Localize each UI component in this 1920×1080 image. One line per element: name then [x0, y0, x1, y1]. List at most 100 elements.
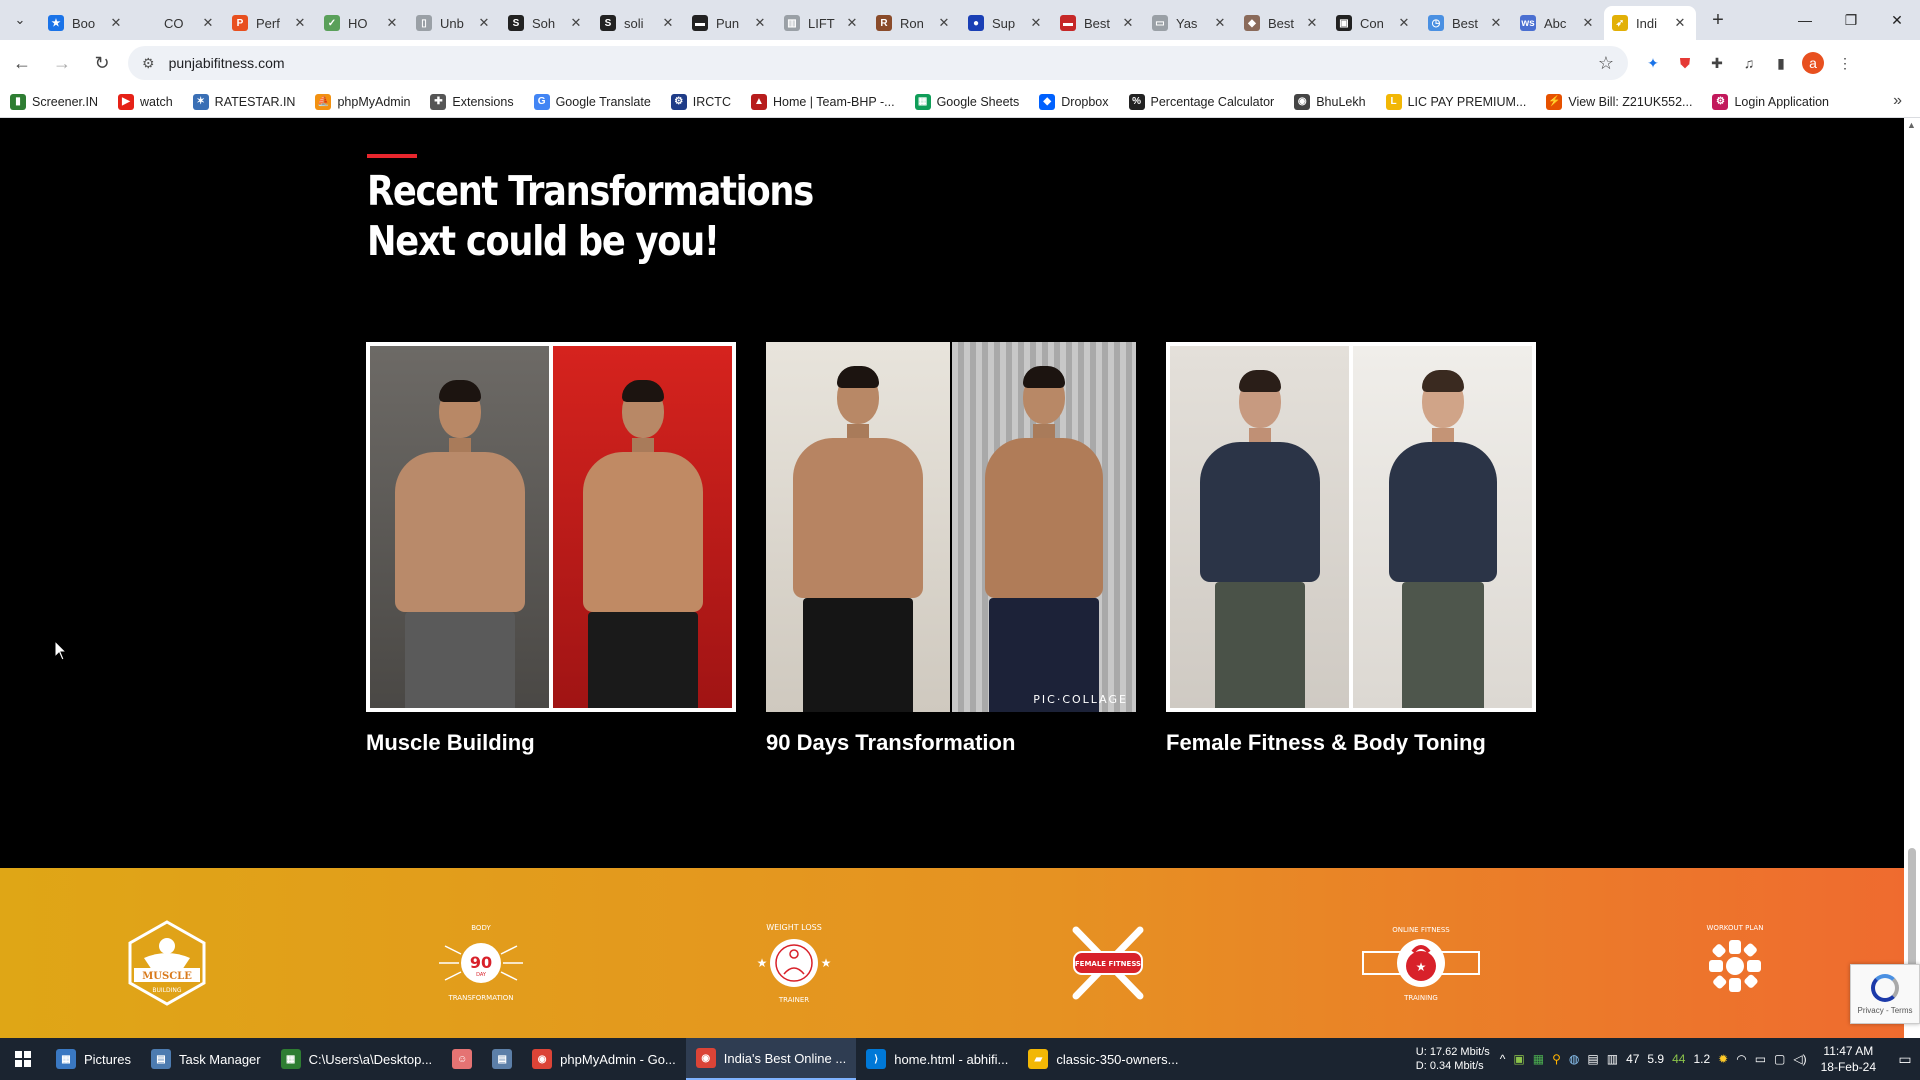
volume-icon[interactable]: ◁) — [1793, 1052, 1806, 1066]
tab-close-icon[interactable]: ✕ — [936, 15, 952, 31]
tab-close-icon[interactable]: ✕ — [108, 15, 124, 31]
card-caption[interactable]: Female Fitness & Body Toning — [1166, 730, 1536, 756]
notification-icon[interactable]: ▭ — [1890, 1038, 1920, 1080]
chevron-up-icon[interactable]: ^ — [1500, 1052, 1506, 1066]
tab-close-icon[interactable]: ✕ — [660, 15, 676, 31]
bookmark-item[interactable]: ✶ RATESTAR.IN — [192, 93, 295, 110]
tab-close-icon[interactable]: ✕ — [1672, 15, 1688, 31]
bookmark-item[interactable]: ✚ Extensions — [430, 93, 514, 110]
browser-tab[interactable]: P Perf ✕ — [224, 6, 316, 40]
calendar-icon[interactable]: ▥ — [1607, 1052, 1618, 1066]
bookmark-item[interactable]: ▮ Screener.IN — [10, 93, 98, 110]
before-after-photo[interactable] — [366, 342, 736, 712]
tab-close-icon[interactable]: ✕ — [292, 15, 308, 31]
card-muscle-building[interactable]: Muscle Building — [366, 342, 736, 756]
start-button[interactable] — [0, 1038, 46, 1080]
browser-tab[interactable]: ▯ Unb ✕ — [408, 6, 500, 40]
restore-button[interactable]: ❐ — [1828, 0, 1874, 40]
browser-tab[interactable]: ▬ Best ✕ — [1052, 6, 1144, 40]
tab-close-icon[interactable]: ✕ — [384, 15, 400, 31]
side-panel-icon[interactable]: ▮ — [1770, 52, 1792, 74]
taskbar-item[interactable]: ▦ Pictures — [46, 1038, 141, 1080]
calendar-icon[interactable]: ▤ — [1587, 1052, 1598, 1066]
address-bar[interactable]: ⚙ punjabifitness.com ☆ — [128, 46, 1628, 80]
card-female-fitness[interactable]: Female Fitness & Body Toning — [1166, 342, 1536, 756]
forward-button[interactable]: → — [44, 45, 80, 81]
browser-tab[interactable]: ws Abc ✕ — [1512, 6, 1604, 40]
workout-plan-badge[interactable]: WORKOUT PLAN — [1680, 918, 1790, 1008]
browser-tab[interactable]: R Ron ✕ — [868, 6, 960, 40]
taskbar-item[interactable]: ◉ India's Best Online ... — [685, 1038, 857, 1080]
before-after-photo[interactable]: PIC·COLLAGE — [766, 342, 1136, 712]
tab-close-icon[interactable]: ✕ — [752, 15, 768, 31]
tab-close-icon[interactable]: ✕ — [1212, 15, 1228, 31]
bookmark-item[interactable]: ▶ watch — [118, 93, 173, 110]
bookmark-item[interactable]: % Percentage Calculator — [1128, 93, 1274, 110]
back-button[interactable]: ← — [4, 45, 40, 81]
scroll-up-arrow[interactable]: ▲ — [1907, 120, 1916, 130]
url-text[interactable]: punjabifitness.com — [169, 55, 1598, 71]
extension-icon[interactable]: ✦ — [1642, 52, 1664, 74]
muscle-building-badge[interactable]: MUSCLE BUILDING — [112, 918, 222, 1008]
taskbar-item[interactable]: ▤ — [482, 1038, 522, 1080]
media-icon[interactable]: ♫ — [1738, 52, 1760, 74]
recaptcha-widget[interactable]: Privacy - Terms — [1850, 964, 1920, 1024]
bookmark-item[interactable]: ⛵ phpMyAdmin — [315, 93, 410, 110]
battery-icon[interactable]: ▭ — [1755, 1052, 1766, 1066]
browser-tab[interactable]: ◆ Best ✕ — [1236, 6, 1328, 40]
page-scrollbar[interactable]: ▲ — [1904, 118, 1920, 1038]
bookmark-item[interactable]: G Google Translate — [533, 93, 651, 110]
female-fitness-badge[interactable]: FEMALE FITNESS — [1053, 918, 1163, 1008]
card-90-days-transformation[interactable]: PIC·COLLAGE 90 Days Transformation — [766, 342, 1136, 756]
tab-close-icon[interactable]: ✕ — [1304, 15, 1320, 31]
tray-app-icon[interactable]: ▦ — [1533, 1052, 1544, 1066]
browser-tab[interactable]: ◷ Best ✕ — [1420, 6, 1512, 40]
browser-tab[interactable]: ● Sup ✕ — [960, 6, 1052, 40]
tab-close-icon[interactable]: ✕ — [568, 15, 584, 31]
bookmark-item[interactable]: ◉ BhuLekh — [1294, 93, 1366, 110]
tab-close-icon[interactable]: ✕ — [476, 15, 492, 31]
tab-close-icon[interactable]: ✕ — [1028, 15, 1044, 31]
globe-icon[interactable]: ◍ — [1569, 1052, 1579, 1066]
taskbar-item[interactable]: ⟩ home.html - abhifi... — [856, 1038, 1018, 1080]
tray-app-icon[interactable]: ▣ — [1513, 1052, 1524, 1066]
tab-close-icon[interactable]: ✕ — [1488, 15, 1504, 31]
90-day-transformation-badge[interactable]: BODY 90 DAY TRANSFORMATION — [426, 918, 536, 1008]
shield-icon[interactable]: ⛊ — [1674, 52, 1696, 74]
clock[interactable]: 11:47 AM 18-Feb-24 — [1821, 1043, 1876, 1075]
weight-loss-trainer-badge[interactable]: WEIGHT LOSS ★ ★ TRAINER — [739, 918, 849, 1008]
browser-tab[interactable]: ★ Boo ✕ — [40, 6, 132, 40]
taskbar-item[interactable]: ☺ — [442, 1038, 482, 1080]
before-after-photo[interactable] — [1166, 342, 1536, 712]
browser-tab[interactable]: ➶ Indi ✕ — [1604, 6, 1696, 40]
online-fitness-training-badge[interactable]: ONLINE FITNESS ★ TRAINING — [1362, 918, 1480, 1008]
bookmark-item[interactable]: ▲ Home | Team-BHP -... — [750, 93, 895, 110]
bookmark-item[interactable]: ⚙ Login Application — [1712, 93, 1829, 110]
card-caption[interactable]: 90 Days Transformation — [766, 730, 1136, 756]
browser-tab[interactable]: Ssoli ✕ — [592, 6, 684, 40]
browser-tab[interactable]: ▭ Yas ✕ — [1144, 6, 1236, 40]
browser-tab[interactable]: ▬ Pun ✕ — [684, 6, 776, 40]
menu-icon[interactable]: ⋮ — [1834, 52, 1856, 74]
taskbar-item[interactable]: ▤ Task Manager — [141, 1038, 271, 1080]
bookmark-star-icon[interactable]: ☆ — [1598, 53, 1614, 74]
browser-tab[interactable]: ✓ HO ✕ — [316, 6, 408, 40]
close-window-button[interactable]: ✕ — [1874, 0, 1920, 40]
browser-tab[interactable]: CO ✕ — [132, 6, 224, 40]
tab-close-icon[interactable]: ✕ — [200, 15, 216, 31]
tab-close-icon[interactable]: ✕ — [1580, 15, 1596, 31]
new-tab-button[interactable]: + — [1702, 4, 1734, 36]
wifi-icon[interactable]: ◠ — [1736, 1052, 1746, 1066]
network-icon[interactable]: ▢ — [1774, 1052, 1785, 1066]
taskbar-item[interactable]: ▰ classic-350-owners... — [1018, 1038, 1188, 1080]
more-bookmarks-icon[interactable]: » — [1893, 92, 1902, 110]
recaptcha-links[interactable]: Privacy - Terms — [1858, 1006, 1913, 1015]
bookmark-item[interactable]: L LIC PAY PREMIUM... — [1385, 93, 1526, 110]
search-icon[interactable]: ⚲ — [1552, 1052, 1561, 1066]
card-caption[interactable]: Muscle Building — [366, 730, 736, 756]
tab-close-icon[interactable]: ✕ — [1396, 15, 1412, 31]
tab-search-icon[interactable]: ⌄ — [0, 0, 40, 40]
weather-icon[interactable]: ✹ — [1718, 1052, 1728, 1066]
browser-tab[interactable]: ▥ LIFT ✕ — [776, 6, 868, 40]
tab-close-icon[interactable]: ✕ — [1120, 15, 1136, 31]
